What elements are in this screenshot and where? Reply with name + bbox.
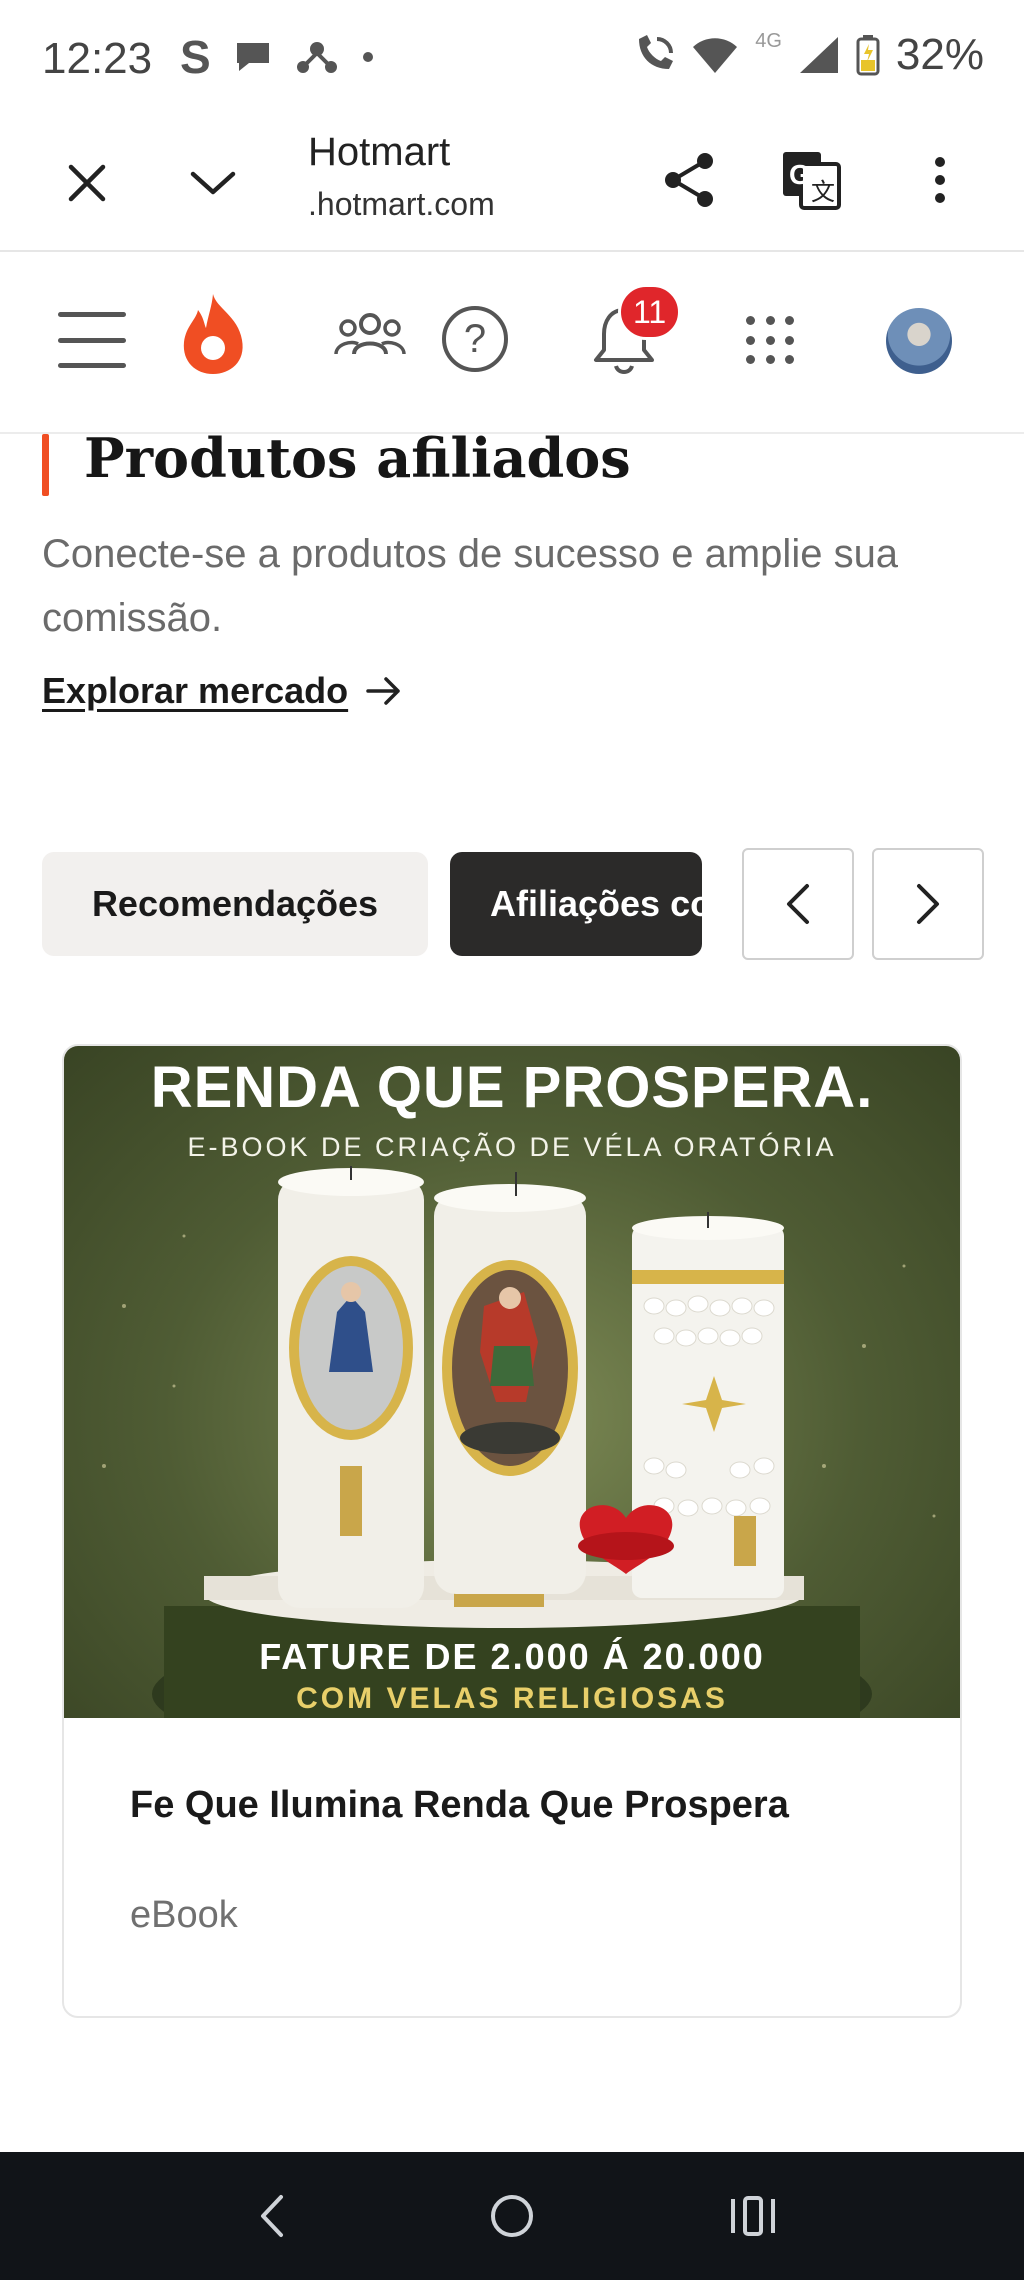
product-image[interactable]: RENDA QUE PROSPERA. E-BOOK DE CRIAÇÃO DE… — [64, 1046, 960, 1718]
section-subtitle: Conecte-se a produtos de sucesso e ampli… — [42, 532, 899, 640]
tab-page-title: Hotmart — [308, 130, 451, 174]
image-subheadline: E-BOOK DE CRIAÇÃO DE VÉLA ORATÓRIA — [187, 1132, 837, 1162]
chevron-left-icon — [787, 884, 809, 924]
signal-icon — [799, 37, 838, 73]
image-offer-line: FATURE DE 2.000 Á 20.000 — [259, 1636, 765, 1677]
tab-page-url[interactable]: .hotmart.com — [308, 186, 495, 223]
wifi-icon — [693, 38, 738, 73]
share-button[interactable] — [650, 140, 730, 220]
system-home-button[interactable] — [472, 2176, 552, 2256]
wifi-call-icon — [639, 35, 674, 69]
status-time: 12:23 — [42, 34, 153, 83]
svg-text:G: G — [789, 159, 811, 190]
dot-icon — [362, 52, 373, 62]
chat-icon — [236, 43, 269, 71]
battery-icon — [856, 35, 880, 76]
help-glyph: ? — [463, 316, 487, 361]
recents-icon — [731, 2196, 776, 2236]
chevron-right-icon — [917, 884, 939, 924]
close-icon — [68, 164, 106, 202]
explore-market-label[interactable]: Explorar mercado — [42, 670, 348, 712]
battery-percentage: 32% — [895, 30, 984, 79]
image-headline: RENDA QUE PROSPERA. — [150, 1055, 874, 1120]
avatar[interactable] — [886, 308, 952, 374]
back-icon — [260, 2195, 283, 2237]
chip-recomendacoes[interactable]: Recomendações — [42, 852, 428, 956]
menu-icon[interactable] — [58, 312, 126, 368]
svg-text:文: 文 — [811, 179, 835, 206]
minimize-tab-button[interactable] — [178, 148, 248, 218]
translate-button[interactable]: G文 — [772, 140, 852, 220]
status-notification-icons: S — [180, 30, 375, 84]
product-type: eBook — [130, 1894, 238, 1936]
arrow-right-icon — [366, 677, 400, 705]
explore-market-link[interactable]: Explorar mercado — [42, 670, 402, 712]
chevron-down-icon — [190, 171, 236, 195]
network-type: 4G — [755, 30, 782, 52]
custom-tab-toolbar: Hotmart .hotmart.com G文 — [0, 120, 1024, 252]
image-offer-subline: COM VELAS RELIGIOSAS — [296, 1682, 728, 1715]
skype-icon: S — [180, 31, 211, 83]
close-tab-button[interactable] — [52, 148, 122, 218]
more-vert-icon — [935, 157, 945, 203]
hotmart-flame-logo[interactable] — [180, 292, 246, 376]
heading-accent-bar — [42, 434, 49, 496]
chips-next-button[interactable] — [872, 848, 984, 960]
chip-afiliacoes[interactable]: Afiliações com — [450, 852, 702, 956]
system-navigation-bar — [0, 2152, 1024, 2280]
status-system-icons: 4G 32% — [631, 30, 984, 80]
page-title: Produtos afiliados — [84, 426, 631, 490]
product-name[interactable]: Fe Que Ilumina Renda Que Prospera — [130, 1784, 789, 1827]
game-icon — [296, 42, 337, 73]
help-icon[interactable]: ? — [442, 306, 508, 372]
product-info: Fe Que Ilumina Renda Que Prospera eBook — [64, 1718, 960, 2016]
home-icon — [490, 2195, 533, 2237]
product-card[interactable]: RENDA QUE PROSPERA. E-BOOK DE CRIAÇÃO DE… — [62, 1044, 962, 2018]
system-back-button[interactable] — [231, 2176, 311, 2256]
apps-grid-icon[interactable] — [746, 316, 796, 366]
notification-badge: 11 — [618, 284, 682, 340]
system-recents-button[interactable] — [713, 2176, 793, 2256]
filter-chips: Recomendações Afiliações com — [42, 848, 984, 960]
chips-prev-button[interactable] — [742, 848, 854, 960]
translate-icon: G文 — [783, 152, 841, 210]
more-options-button[interactable] — [900, 140, 980, 220]
people-icon[interactable] — [334, 310, 406, 366]
status-bar: 12:23 S 4G 32% — [0, 0, 1024, 120]
site-header: ? 11 — [0, 254, 1024, 434]
share-icon — [665, 153, 713, 207]
